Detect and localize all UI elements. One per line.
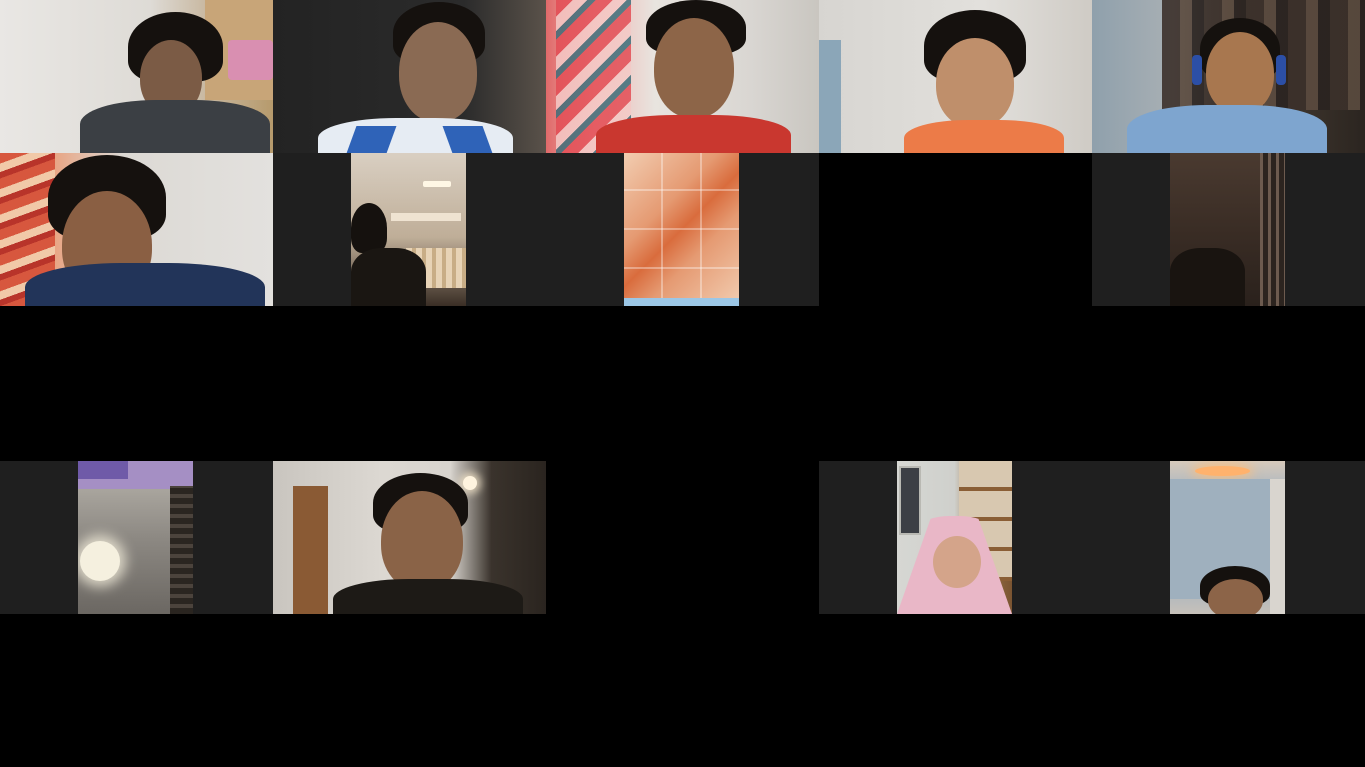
gallery-grid — [0, 0, 1365, 767]
participant-tile-2[interactable] — [273, 0, 546, 153]
participant-video-11 — [78, 461, 193, 614]
participant-video-12 — [273, 461, 546, 614]
participant-tile-10[interactable] — [1092, 153, 1365, 306]
participant-video-off-9 — [819, 153, 1092, 306]
participant-tile-4[interactable] — [819, 0, 1092, 153]
participant-video-14 — [1170, 461, 1285, 614]
participant-video-4 — [819, 0, 1092, 153]
participant-tile-11[interactable] — [0, 461, 273, 614]
participant-video-6 — [0, 153, 273, 306]
participant-tile-5[interactable] — [1092, 0, 1365, 153]
participant-video-8 — [624, 153, 739, 306]
participant-tile-1[interactable] — [0, 0, 273, 153]
participant-tile-3[interactable] — [546, 0, 819, 153]
participant-tile-7[interactable] — [273, 153, 546, 306]
bottom-empty-area — [0, 614, 1365, 767]
participant-tile-6[interactable] — [0, 153, 273, 306]
participant-tile-14[interactable] — [1092, 461, 1365, 614]
participant-tile-12[interactable] — [273, 461, 546, 614]
participant-video-1 — [0, 0, 273, 153]
empty-row — [0, 306, 1365, 459]
participant-video-13 — [897, 461, 1012, 614]
participant-video-10 — [1170, 153, 1285, 306]
empty-tile — [546, 461, 819, 614]
participant-tile-13[interactable] — [819, 461, 1092, 614]
participant-video-3 — [546, 0, 819, 153]
participant-tile-8[interactable] — [546, 153, 819, 306]
participant-video-2 — [273, 0, 546, 153]
participant-video-7 — [351, 153, 466, 306]
participant-video-5 — [1092, 0, 1365, 153]
participant-tile-9[interactable] — [819, 153, 1092, 306]
